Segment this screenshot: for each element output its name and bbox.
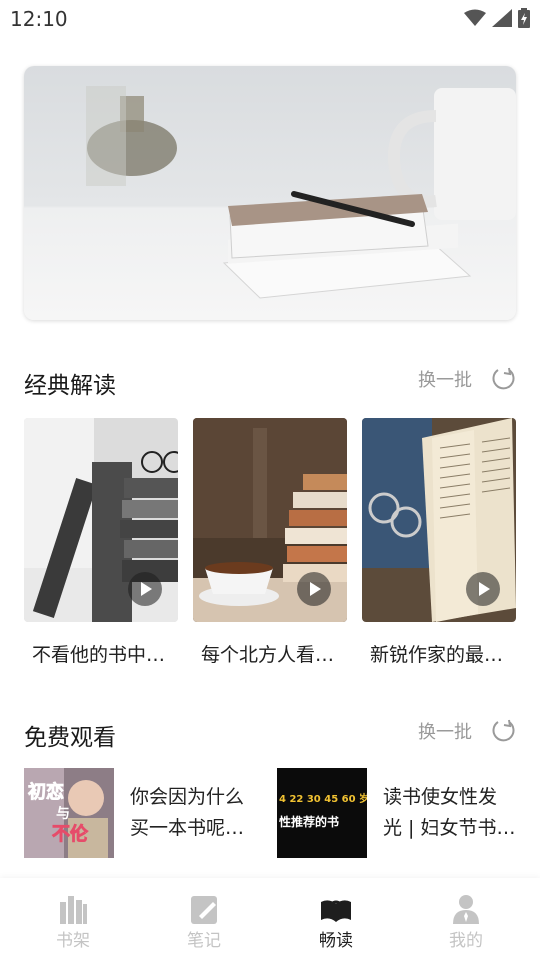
free-item-title-line: 买一本书呢… — [130, 817, 245, 839]
thumb-text: 初恋 — [28, 781, 64, 803]
free-item-title-line: 你会因为什么 — [130, 786, 245, 808]
wifi-icon — [464, 9, 486, 26]
classic-card-1[interactable]: 不看他的书中… — [24, 418, 178, 667]
free-item-title: 读书使女性发 光 | 妇女节书… — [383, 782, 519, 844]
play-icon — [128, 572, 162, 606]
banner-image — [24, 66, 516, 320]
tab-mine[interactable]: 我的 — [426, 894, 506, 951]
status-time: 12:10 — [10, 7, 68, 31]
thumb-text: 不伦 — [52, 823, 89, 845]
person-icon — [453, 895, 479, 924]
free-item-thumb: 初恋 与 不伦 — [24, 768, 114, 858]
refresh-icon — [492, 719, 515, 742]
tab-label: 畅读 — [319, 931, 353, 951]
status-icons — [464, 7, 530, 29]
refresh-label: 换一批 — [418, 722, 472, 743]
battery-icon — [518, 8, 530, 28]
tab-bookshelf[interactable]: 书架 — [33, 894, 113, 951]
section-title-free: 免费观看 — [24, 725, 116, 751]
free-item-thumb: 4 22 30 45 60 岁 性推荐的书 — [277, 768, 367, 858]
free-item-1[interactable]: 初恋 与 不伦 你会因为什么 买一本书呢… — [24, 768, 264, 860]
free-item-title-line: 读书使女性发 — [383, 786, 498, 808]
tab-label: 我的 — [449, 931, 483, 951]
signal-icon — [492, 9, 512, 27]
refresh-icon — [492, 367, 515, 390]
section-title-classic: 经典解读 — [24, 373, 116, 399]
status-bar: 12:10 — [0, 0, 540, 36]
refresh-label: 换一批 — [418, 370, 472, 391]
bottom-tab-bar: 书架 笔记 畅读 我的 — [0, 878, 540, 960]
tab-label: 笔记 — [187, 931, 221, 951]
classic-card-3[interactable]: 新锐作家的最… — [362, 418, 516, 667]
tab-label: 书架 — [56, 931, 90, 951]
classic-card-thumb — [193, 418, 347, 622]
classic-card-caption: 新锐作家的最… — [370, 644, 504, 666]
thumb-text: 4 22 30 45 60 岁 — [279, 792, 367, 805]
bookshelf-icon — [60, 896, 87, 924]
classic-card-2[interactable]: 每个北方人看… — [193, 418, 347, 667]
note-icon — [191, 896, 217, 924]
classic-card-caption: 不看他的书中… — [32, 644, 166, 666]
free-refresh-button[interactable]: 换一批 — [418, 718, 516, 744]
classic-refresh-button[interactable]: 换一批 — [418, 366, 516, 392]
classic-card-thumb — [24, 418, 178, 622]
tab-read[interactable]: 畅读 — [296, 894, 376, 951]
open-book-icon — [321, 900, 351, 922]
classic-card-thumb — [362, 418, 516, 622]
play-icon — [297, 572, 331, 606]
tab-notes[interactable]: 笔记 — [164, 894, 244, 951]
classic-card-caption: 每个北方人看… — [201, 644, 335, 666]
thumb-text: 性推荐的书 — [278, 814, 339, 829]
free-item-title-line: 光 | 妇女节书… — [383, 817, 516, 839]
free-item-2[interactable]: 4 22 30 45 60 岁 性推荐的书 读书使女性发 光 | 妇女节书… — [277, 768, 517, 860]
play-icon — [466, 572, 500, 606]
thumb-text: 与 — [56, 806, 70, 822]
hero-banner[interactable] — [24, 66, 516, 320]
free-item-title: 你会因为什么 买一本书呢… — [130, 782, 266, 844]
